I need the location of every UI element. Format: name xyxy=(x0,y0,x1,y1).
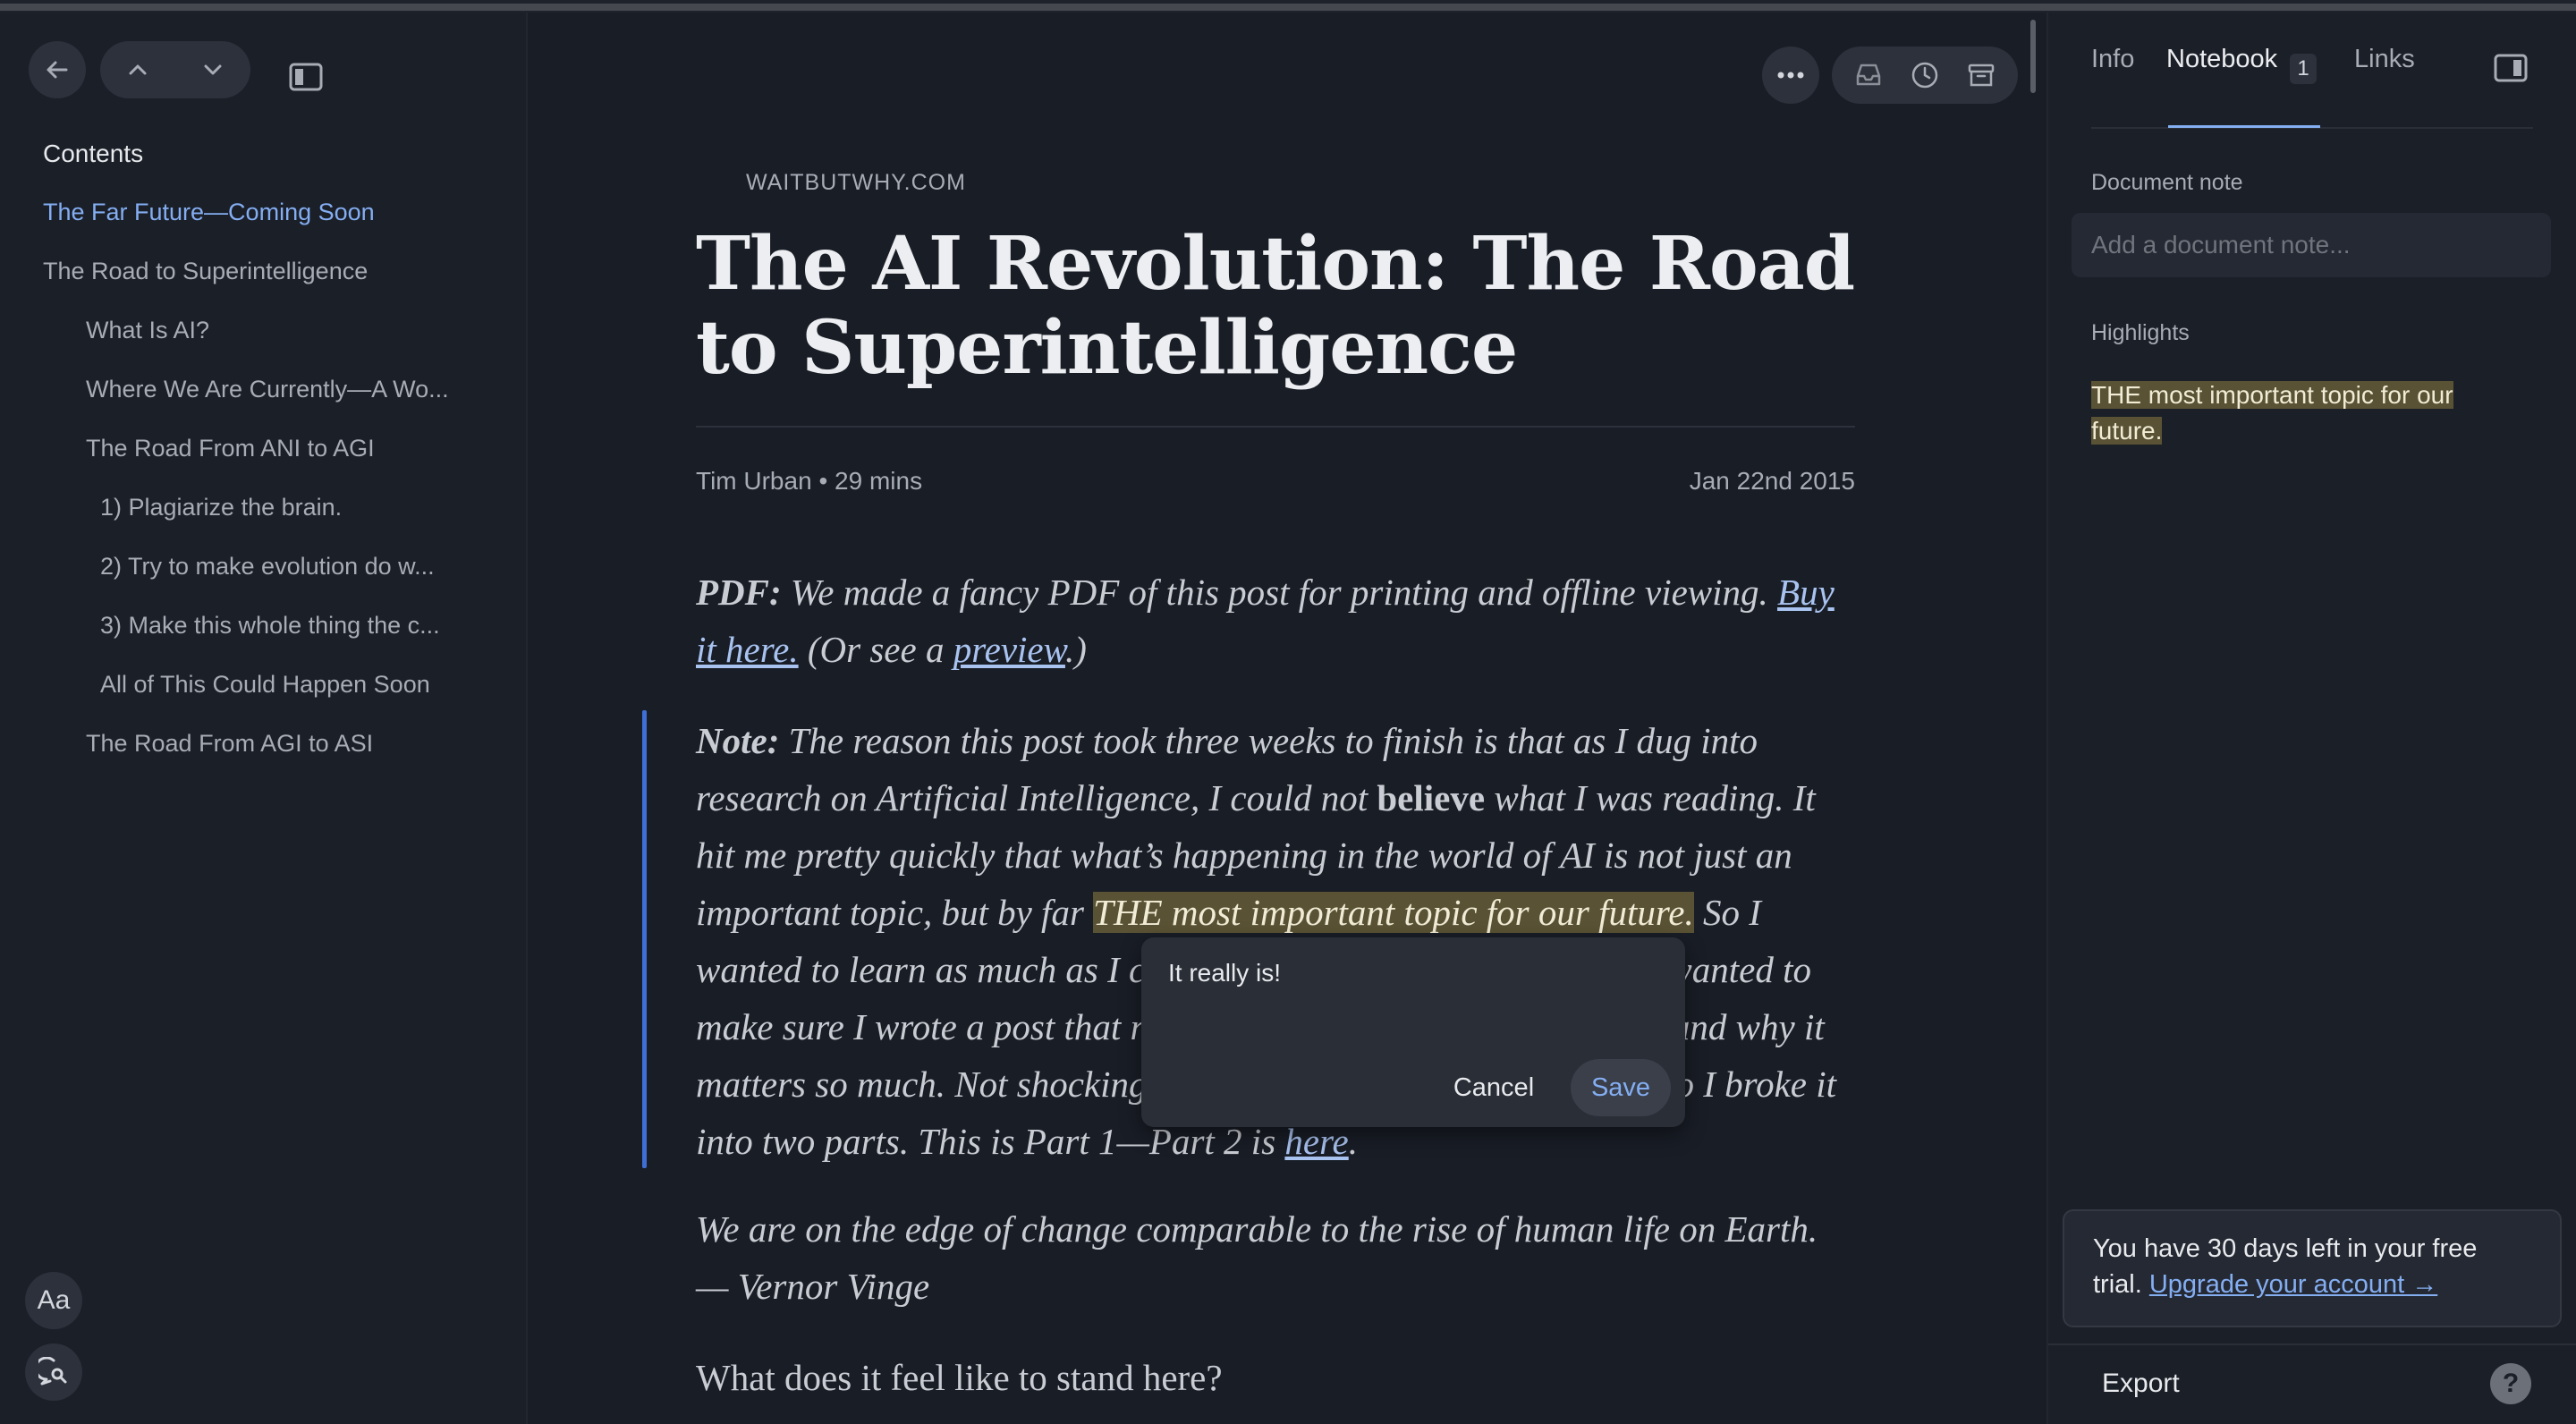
previous-item-button[interactable] xyxy=(100,41,175,98)
toc-item[interactable]: The Road From ANI to AGI xyxy=(86,435,375,462)
read-time: 29 mins xyxy=(835,467,923,495)
archive-button[interactable] xyxy=(1958,52,2004,98)
note-lead: Note: xyxy=(696,720,780,761)
prev-next-group xyxy=(100,41,250,98)
chevron-down-icon xyxy=(204,64,222,75)
help-button[interactable]: ? xyxy=(2490,1363,2531,1404)
quote-attribution: — Vernor Vinge xyxy=(696,1266,930,1307)
notebook-count-badge: 1 xyxy=(2290,54,2317,84)
later-clock-icon xyxy=(1911,62,1938,89)
trial-banner: You have 30 days left in your free trial… xyxy=(2063,1209,2562,1327)
save-button[interactable]: Save xyxy=(1571,1059,1671,1116)
chat-search-icon xyxy=(38,1357,67,1386)
toc-item[interactable]: All of This Could Happen Soon xyxy=(100,671,430,699)
title-divider xyxy=(696,426,1855,428)
toc-item[interactable]: 3) Make this whole thing the c... xyxy=(100,612,440,640)
contents-title: Contents xyxy=(43,140,144,167)
highlight-item-text: THE most important topic for our future. xyxy=(2091,381,2453,445)
chevron-up-icon xyxy=(129,64,147,75)
window-top-strip xyxy=(0,0,2576,13)
toggle-contents-button[interactable] xyxy=(283,59,329,95)
paragraph-question: What does it feel like to stand here? xyxy=(696,1357,1223,1398)
export-divider xyxy=(2048,1343,2576,1345)
highlight-note-input[interactable]: It really is! xyxy=(1168,959,1281,987)
tab-info[interactable]: Info xyxy=(2091,45,2134,74)
chat-search-button[interactable] xyxy=(25,1343,82,1401)
source-site[interactable]: WAITBUTWHY.COM xyxy=(746,170,966,196)
inbox-icon xyxy=(1857,64,1881,86)
paragraph-quote: We are on the edge of change comparable … xyxy=(696,1200,1859,1315)
sidebar-toggle-icon xyxy=(289,63,323,91)
author: Tim Urban xyxy=(696,467,812,495)
note-bold: believe xyxy=(1377,777,1486,818)
toc-item[interactable]: The Road From AGI to ASI xyxy=(86,730,373,758)
export-button[interactable]: Export xyxy=(2102,1369,2180,1399)
tab-notebook[interactable]: Notebook xyxy=(2166,45,2277,74)
pdf-text: We made a fancy PDF of this post for pri… xyxy=(781,572,1778,613)
highlight-list-item[interactable]: THE most important topic for our future. xyxy=(2091,377,2512,449)
reader-scrollbar[interactable] xyxy=(2030,20,2036,93)
toc-item[interactable]: Where We Are Currently—A Wo... xyxy=(86,376,449,403)
toc-item[interactable]: 2) Try to make evolution do w... xyxy=(100,553,435,581)
toc-item[interactable]: What Is AI? xyxy=(86,317,209,344)
publish-date: Jan 22nd 2015 xyxy=(1689,467,1855,495)
highlighted-text[interactable]: THE most important topic for our future. xyxy=(1093,892,1694,933)
tab-links[interactable]: Links xyxy=(2354,45,2415,74)
read-later-button[interactable] xyxy=(1902,52,1948,98)
back-button[interactable] xyxy=(29,41,86,98)
next-item-button[interactable] xyxy=(175,41,250,98)
toc-item[interactable]: 1) Plagiarize the brain. xyxy=(100,494,342,521)
pdf-text-end: .) xyxy=(1064,629,1087,670)
pdf-text-mid: (Or see a xyxy=(798,629,953,670)
byline-bullet: • xyxy=(818,467,828,495)
blockquote-bar xyxy=(642,710,647,1168)
toc-item[interactable]: The Far Future—Coming Soon xyxy=(43,199,375,226)
active-tab-indicator xyxy=(2168,125,2320,128)
upgrade-account-link[interactable]: Upgrade your account → xyxy=(2149,1270,2437,1299)
cancel-button[interactable]: Cancel xyxy=(1442,1059,1546,1116)
pdf-lead: PDF: xyxy=(696,572,782,613)
right-panel-toggle-icon xyxy=(2494,54,2528,82)
toggle-right-panel-button[interactable] xyxy=(2494,54,2529,86)
article-title: The AI Revolution: The Road to Superinte… xyxy=(696,221,1855,391)
contents-sidebar: Contents The Far Future—Coming Soon The R… xyxy=(0,13,528,1424)
back-arrow-icon xyxy=(47,61,68,79)
toc-item[interactable]: The Road to Superintelligence xyxy=(43,258,368,285)
document-actions-group xyxy=(1832,47,2018,104)
quote-text: We are on the edge of change comparable … xyxy=(696,1208,1818,1250)
more-dots-icon xyxy=(1777,72,1804,79)
font-settings-button[interactable]: Aa xyxy=(25,1272,82,1329)
paragraph-pdf: PDF: We made a fancy PDF of this post fo… xyxy=(696,564,1859,678)
highlight-note-popover: It really is! Cancel Save xyxy=(1141,937,1685,1127)
move-to-inbox-button[interactable] xyxy=(1845,52,1892,98)
document-note-label: Document note xyxy=(2091,170,2243,195)
byline: Tim Urban • 29 mins xyxy=(696,467,922,496)
preview-link[interactable]: preview xyxy=(953,629,1065,670)
archive-icon xyxy=(1968,64,1994,87)
document-note-input[interactable] xyxy=(2072,213,2551,277)
more-actions-button[interactable] xyxy=(1762,47,1819,104)
highlights-label: Highlights xyxy=(2091,320,2190,345)
